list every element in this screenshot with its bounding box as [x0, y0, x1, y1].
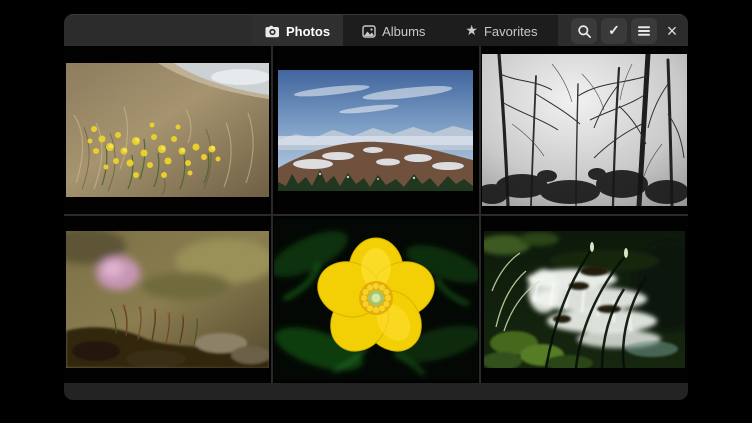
photo-grid	[64, 46, 688, 383]
tab-albums[interactable]: Albums	[349, 15, 438, 47]
photo-yellow-poppy	[274, 219, 478, 380]
photo-tile-waterfall[interactable]	[481, 216, 688, 383]
view-switcher: Photos Albums ★ Favorites	[252, 15, 558, 47]
photo-tile-mountain[interactable]	[273, 46, 480, 214]
photo-waterfall-cascade	[484, 231, 685, 368]
photo-tile-moss-macro[interactable]	[64, 216, 271, 383]
camera-icon	[265, 25, 280, 38]
tab-favorites-label: Favorites	[484, 24, 537, 39]
photo-tile-daffodils[interactable]	[64, 46, 271, 214]
photo-snowy-mountain-vista	[278, 70, 473, 191]
photos-app-window: Photos Albums ★ Favorites	[64, 14, 688, 400]
menu-button[interactable]	[631, 18, 657, 44]
tab-photos-label: Photos	[286, 24, 330, 39]
photo-daffodils-hillside	[66, 63, 269, 197]
hamburger-icon	[637, 25, 651, 37]
star-icon: ★	[465, 23, 478, 37]
check-icon: ✓	[608, 22, 620, 39]
headerbar: Photos Albums ★ Favorites	[64, 14, 688, 46]
header-actions: ✓ ×	[571, 18, 683, 44]
tab-albums-label: Albums	[382, 24, 425, 39]
tab-favorites[interactable]: ★ Favorites	[452, 15, 550, 47]
selection-mode-button[interactable]: ✓	[601, 18, 627, 44]
image-icon	[362, 25, 376, 38]
close-button[interactable]: ×	[661, 18, 683, 44]
bottom-bar	[64, 383, 688, 400]
photo-tile-bare-trees[interactable]	[481, 46, 688, 214]
photo-moss-macro	[66, 231, 269, 368]
photo-bare-trees-bw	[482, 54, 687, 206]
tab-photos[interactable]: Photos	[252, 15, 343, 47]
magnifier-icon	[577, 24, 592, 39]
photo-tile-yellow-poppy[interactable]	[273, 216, 480, 383]
close-icon: ×	[667, 22, 678, 40]
search-button[interactable]	[571, 18, 597, 44]
